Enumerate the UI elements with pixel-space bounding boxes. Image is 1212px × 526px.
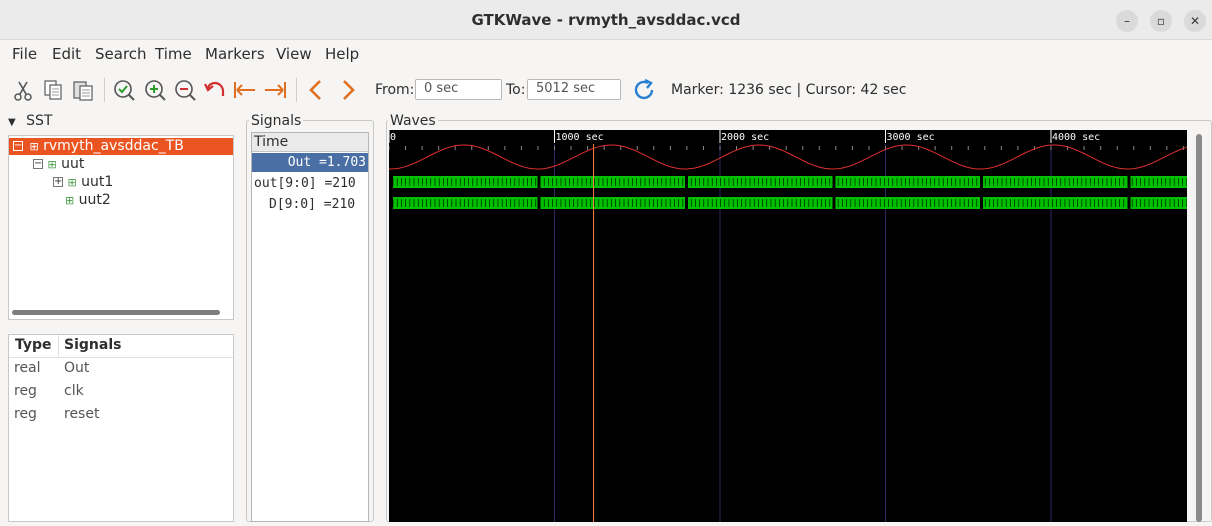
- window-title: GTKWave - rvmyth_avsddac.vcd: [471, 11, 741, 29]
- signal-type[interactable]: reg: [14, 383, 37, 399]
- sst-tree: − ⊞ rvmyth_avsddac_TB − ⊞ uut + ⊞ uut1 ⊞…: [8, 135, 234, 320]
- sst-signal-table: Type Signals real Out reg clk reg reset: [8, 334, 234, 522]
- header-divider: [9, 357, 233, 358]
- waves-vertical-scrollbar[interactable]: [1196, 134, 1202, 522]
- menu-bar: File Edit Search Time Markers View Help: [0, 40, 1212, 68]
- column-divider: [58, 335, 59, 357]
- bus-gap: [685, 175, 688, 189]
- menu-markers[interactable]: Markers: [205, 45, 265, 63]
- signal-type[interactable]: reg: [14, 406, 37, 422]
- zoom-in-icon[interactable]: [143, 78, 167, 102]
- bus-gap: [980, 196, 983, 210]
- signals-header: Signals: [249, 113, 304, 129]
- tree-item-uut[interactable]: − ⊞ uut: [33, 156, 84, 173]
- copy-icon[interactable]: [41, 78, 65, 102]
- tick-label: 4000 sec: [1052, 132, 1100, 143]
- toolbar: From: 0 sec To: 5012 sec Marker: 1236 se…: [0, 68, 1212, 112]
- signal-type[interactable]: real: [14, 360, 41, 376]
- signal-name[interactable]: clk: [64, 383, 84, 399]
- bus-gap: [685, 196, 688, 210]
- from-input[interactable]: 0 sec: [415, 79, 502, 100]
- bus-gap: [832, 196, 836, 210]
- waveform-canvas[interactable]: 0 1000 sec 2000 sec 3000 sec 4000 sec: [388, 130, 1188, 522]
- prev-icon[interactable]: [304, 78, 328, 102]
- zoom-start-icon[interactable]: [233, 78, 257, 102]
- expander-down-icon: ▼: [8, 117, 16, 128]
- bus-gap: [390, 196, 393, 210]
- tree-item-uut2[interactable]: ⊞ uut2: [65, 192, 111, 209]
- bus-gap: [1127, 175, 1131, 189]
- module-icon: ⊞: [65, 194, 75, 207]
- zoom-out-icon[interactable]: [173, 78, 197, 102]
- tree-item-label: uut1: [81, 174, 114, 190]
- tree-item-label: uut2: [78, 192, 111, 208]
- column-header-type[interactable]: Type: [15, 337, 52, 353]
- signal-row-d-bus[interactable]: D[9:0] =210: [252, 195, 368, 214]
- collapse-icon[interactable]: −: [33, 159, 43, 169]
- tick-label: 3000 sec: [887, 132, 935, 143]
- tick-label: 0: [390, 132, 396, 143]
- paste-icon[interactable]: [71, 78, 95, 102]
- time-row[interactable]: Time: [252, 133, 368, 152]
- waveform-viewer[interactable]: 0 1000 sec 2000 sec 3000 sec 4000 sec: [388, 130, 1188, 522]
- toolbar-separator: [296, 78, 297, 102]
- maximize-button[interactable]: ▫: [1150, 10, 1172, 32]
- bus-gap: [980, 175, 983, 189]
- toolbar-separator: [104, 78, 105, 102]
- close-button[interactable]: ✕: [1184, 10, 1206, 32]
- waves-header: Waves: [388, 113, 438, 129]
- menu-view[interactable]: View: [276, 45, 312, 63]
- to-label: To:: [506, 82, 526, 98]
- sst-header[interactable]: ▼ SST: [8, 113, 52, 129]
- menu-search[interactable]: Search: [95, 45, 147, 63]
- bus-gap: [537, 175, 541, 189]
- module-icon: ⊞: [47, 158, 57, 171]
- signal-name[interactable]: Out: [64, 360, 89, 376]
- signal-name[interactable]: reset: [64, 406, 99, 422]
- tree-item-label: uut: [61, 156, 85, 172]
- expand-icon[interactable]: +: [53, 177, 63, 187]
- zoom-end-icon[interactable]: [263, 78, 287, 102]
- reload-icon[interactable]: [632, 78, 656, 102]
- bus-gap: [537, 196, 541, 210]
- signal-row-out[interactable]: Out =1.703: [252, 153, 368, 172]
- from-label: From:: [375, 82, 415, 98]
- menu-file[interactable]: File: [12, 45, 37, 63]
- minimize-button[interactable]: –: [1116, 10, 1138, 32]
- cut-icon[interactable]: [11, 78, 35, 102]
- menu-edit[interactable]: Edit: [52, 45, 81, 63]
- title-bar: GTKWave - rvmyth_avsddac.vcd – ▫ ✕: [0, 0, 1212, 40]
- tick-label: 1000 sec: [556, 132, 604, 143]
- menu-time[interactable]: Time: [155, 45, 192, 63]
- to-input[interactable]: 5012 sec: [527, 79, 621, 100]
- signal-row-out-bus[interactable]: out[9:0] =210: [252, 174, 368, 193]
- module-icon: ⊞: [29, 140, 39, 153]
- tick-label: 2000 sec: [721, 132, 769, 143]
- collapse-icon[interactable]: −: [13, 141, 23, 151]
- sst-horizontal-scrollbar[interactable]: [12, 310, 220, 315]
- bus-gap: [390, 175, 393, 189]
- undo-icon[interactable]: [203, 78, 227, 102]
- tree-item-rvmyth-avsddac-tb[interactable]: − ⊞ rvmyth_avsddac_TB: [9, 138, 233, 155]
- column-header-signals[interactable]: Signals: [64, 337, 121, 353]
- module-icon: ⊞: [67, 176, 77, 189]
- bus-gap: [832, 175, 836, 189]
- bus-gap: [1127, 196, 1131, 210]
- marker-cursor-status: Marker: 1236 sec | Cursor: 42 sec: [671, 82, 907, 98]
- next-icon[interactable]: [336, 78, 360, 102]
- menu-help[interactable]: Help: [325, 45, 359, 63]
- signals-list: Time Out =1.703 out[9:0] =210 D[9:0] =21…: [251, 132, 369, 522]
- zoom-fit-icon[interactable]: [112, 78, 136, 102]
- tree-item-label: rvmyth_avsddac_TB: [43, 138, 184, 154]
- tree-item-uut1[interactable]: + ⊞ uut1: [53, 174, 113, 191]
- sst-label: SST: [26, 113, 53, 129]
